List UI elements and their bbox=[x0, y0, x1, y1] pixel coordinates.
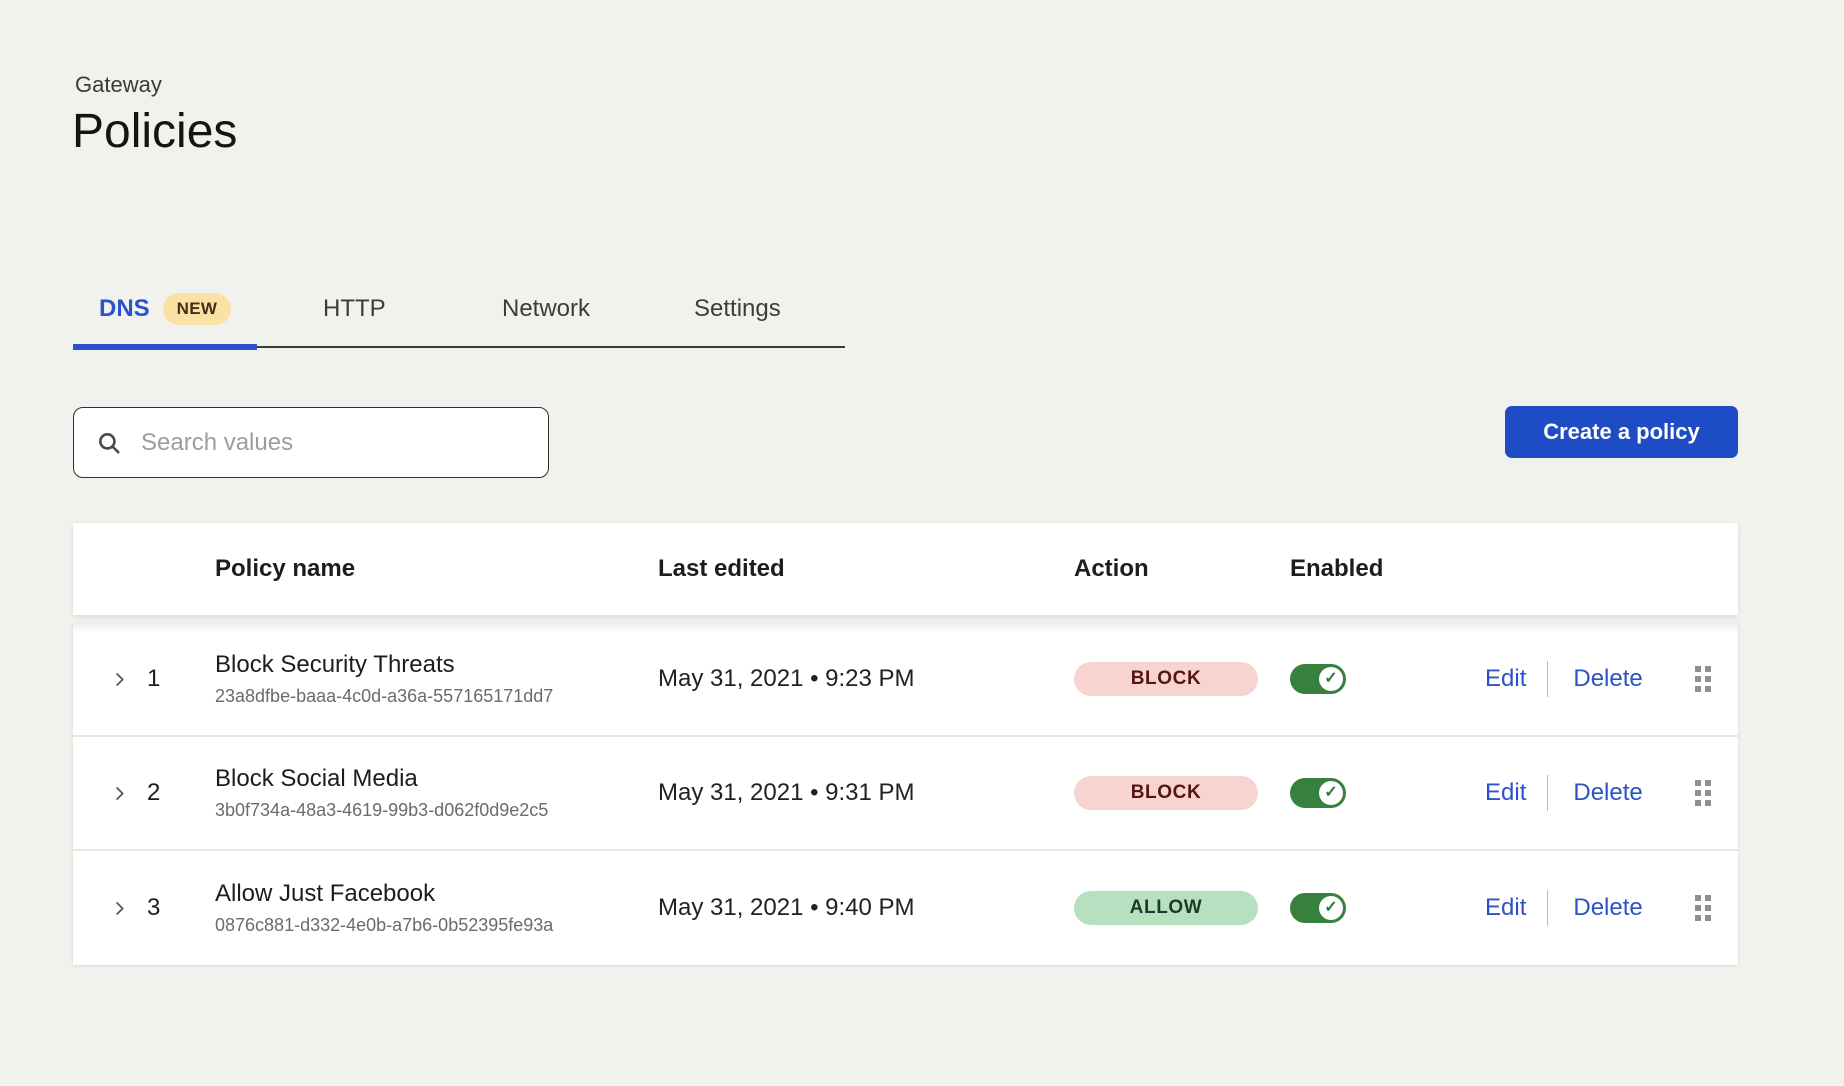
chevron-right-icon bbox=[110, 670, 129, 689]
edit-link[interactable]: Edit bbox=[1485, 779, 1526, 807]
chevron-right-icon bbox=[110, 899, 129, 918]
enabled-toggle[interactable]: ✓ bbox=[1290, 664, 1346, 694]
tab-http[interactable]: HTTP bbox=[323, 272, 386, 346]
last-edited: May 31, 2021 • 9:40 PM bbox=[658, 894, 1074, 922]
divider bbox=[1547, 661, 1548, 697]
edit-link[interactable]: Edit bbox=[1485, 894, 1526, 922]
search-icon bbox=[96, 430, 122, 456]
tab-settings-label: Settings bbox=[694, 295, 781, 323]
policy-id: 3b0f734a-48a3-4619-99b3-d062f0d9e2c5 bbox=[215, 800, 658, 821]
row-number: 2 bbox=[143, 779, 215, 807]
enabled-toggle[interactable]: ✓ bbox=[1290, 893, 1346, 923]
breadcrumb[interactable]: Gateway bbox=[75, 72, 162, 98]
column-header-action: Action bbox=[1074, 555, 1290, 583]
table-row: 1 Block Security Threats 23a8dfbe-baaa-4… bbox=[73, 623, 1738, 737]
column-header-last-edited: Last edited bbox=[658, 555, 1074, 583]
column-header-enabled: Enabled bbox=[1290, 555, 1485, 583]
page-title: Policies bbox=[72, 104, 237, 159]
search-box bbox=[73, 407, 549, 478]
divider bbox=[1547, 890, 1548, 926]
tab-network[interactable]: Network bbox=[502, 272, 590, 346]
expand-row-button[interactable] bbox=[108, 668, 131, 691]
divider bbox=[1547, 775, 1548, 811]
drag-handle-icon[interactable] bbox=[1695, 895, 1738, 921]
create-policy-button[interactable]: Create a policy bbox=[1505, 406, 1738, 458]
tab-http-label: HTTP bbox=[323, 295, 386, 323]
policy-name: Allow Just Facebook bbox=[215, 880, 658, 908]
enabled-toggle[interactable]: ✓ bbox=[1290, 778, 1346, 808]
new-badge: NEW bbox=[163, 293, 232, 325]
policy-name: Block Social Media bbox=[215, 765, 658, 793]
tab-bar: DNS NEW HTTP Network Settings bbox=[73, 272, 845, 348]
check-icon: ✓ bbox=[1324, 671, 1337, 687]
expand-row-button[interactable] bbox=[108, 897, 131, 920]
last-edited: May 31, 2021 • 9:31 PM bbox=[658, 779, 1074, 807]
delete-link[interactable]: Delete bbox=[1573, 779, 1642, 807]
tab-settings[interactable]: Settings bbox=[694, 272, 781, 346]
check-icon: ✓ bbox=[1324, 900, 1337, 916]
action-badge: BLOCK bbox=[1074, 662, 1258, 696]
row-number: 3 bbox=[143, 894, 215, 922]
action-badge: BLOCK bbox=[1074, 776, 1258, 810]
tab-network-label: Network bbox=[502, 295, 590, 323]
policy-id: 23a8dfbe-baaa-4c0d-a36a-557165171dd7 bbox=[215, 686, 658, 707]
tab-dns-label: DNS bbox=[99, 295, 150, 323]
drag-handle-icon[interactable] bbox=[1695, 780, 1738, 806]
search-input[interactable] bbox=[139, 428, 526, 458]
delete-link[interactable]: Delete bbox=[1573, 894, 1642, 922]
drag-handle-icon[interactable] bbox=[1695, 666, 1738, 692]
row-number: 1 bbox=[143, 665, 215, 693]
table-body: 1 Block Security Threats 23a8dfbe-baaa-4… bbox=[73, 623, 1738, 965]
edit-link[interactable]: Edit bbox=[1485, 665, 1526, 693]
policy-name: Block Security Threats bbox=[215, 651, 658, 679]
expand-row-button[interactable] bbox=[108, 782, 131, 805]
table-header: Policy name Last edited Action Enabled bbox=[73, 523, 1738, 615]
table-row: 2 Block Social Media 3b0f734a-48a3-4619-… bbox=[73, 737, 1738, 851]
table-row: 3 Allow Just Facebook 0876c881-d332-4e0b… bbox=[73, 851, 1738, 965]
chevron-right-icon bbox=[110, 784, 129, 803]
action-badge: ALLOW bbox=[1074, 891, 1258, 925]
last-edited: May 31, 2021 • 9:23 PM bbox=[658, 665, 1074, 693]
policies-table: Policy name Last edited Action Enabled 1… bbox=[73, 523, 1738, 965]
delete-link[interactable]: Delete bbox=[1573, 665, 1642, 693]
tab-dns[interactable]: DNS NEW bbox=[73, 272, 257, 346]
check-icon: ✓ bbox=[1324, 785, 1337, 801]
column-header-policy-name: Policy name bbox=[215, 555, 658, 583]
policy-id: 0876c881-d332-4e0b-a7b6-0b52395fe93a bbox=[215, 915, 658, 936]
